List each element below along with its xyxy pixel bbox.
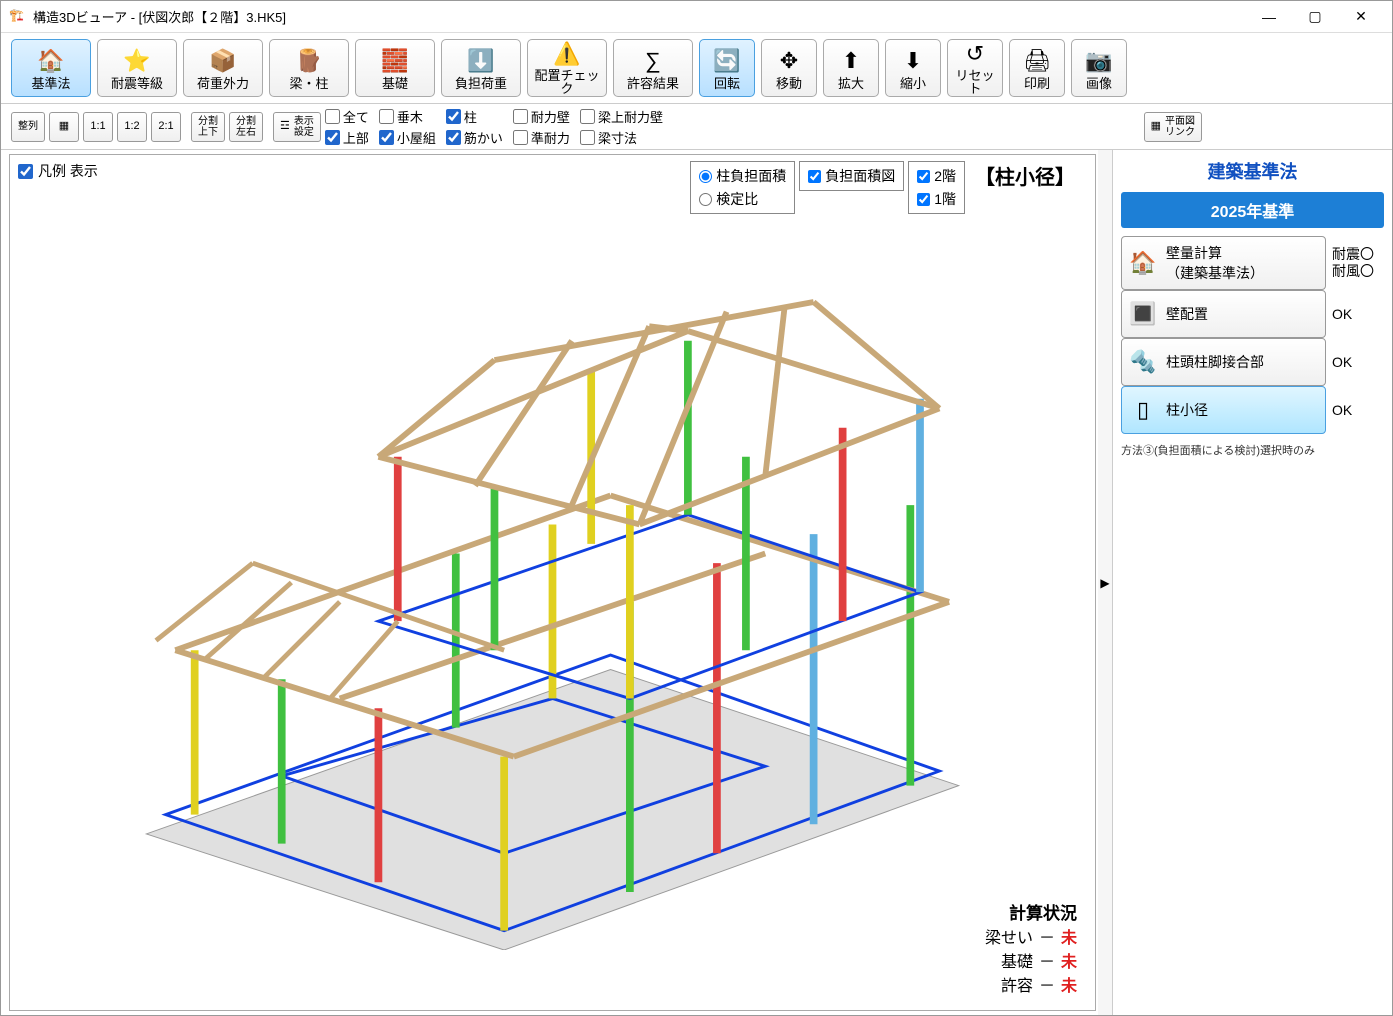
floor-1階[interactable]: 1階 bbox=[917, 189, 956, 209]
radio-柱負担面積[interactable]: 柱負担面積 bbox=[699, 166, 786, 186]
rp-icon: 🔳 bbox=[1128, 299, 1158, 329]
house-3d-scene bbox=[20, 215, 1085, 950]
rp-status: 耐震〇 耐風〇 bbox=[1332, 246, 1384, 280]
check-準耐力[interactable]: 準耐力 bbox=[513, 128, 570, 147]
toolbar-負担荷重[interactable]: ⬇️負担荷重 bbox=[441, 39, 521, 97]
radio-検定比[interactable]: 検定比 bbox=[699, 189, 786, 209]
rp-item-壁配置: 🔳壁配置 OK bbox=[1121, 290, 1384, 338]
titlebar: 🏗️ 構造3Dビューア - [伏図次郎【２階】3.HK5] ― ▢ ✕ bbox=[1, 1, 1392, 33]
rpanel-title: 建築基準法 bbox=[1121, 158, 1384, 184]
calc-status-title: 計算状況 bbox=[985, 899, 1077, 924]
right-panel: 建築基準法 2025年基準 🏠壁量計算 （建築基準法）耐震〇 耐風〇🔳壁配置 OK… bbox=[1112, 150, 1392, 1015]
check-全て[interactable]: 全て bbox=[325, 107, 369, 126]
基礎-icon: 🧱 bbox=[378, 47, 412, 75]
status-row-許容: 許容－未 bbox=[985, 972, 1077, 996]
rp-status: OK bbox=[1332, 306, 1384, 323]
rp-button-柱頭柱脚接合部[interactable]: 🔩柱頭柱脚接合部 bbox=[1121, 338, 1326, 386]
close-button[interactable]: ✕ bbox=[1338, 2, 1384, 32]
toolbar-回転[interactable]: 🔄回転 bbox=[699, 39, 755, 97]
column-mode-radios: 柱負担面積検定比 bbox=[690, 161, 795, 214]
rp-button-柱小径[interactable]: ▯柱小径 bbox=[1121, 386, 1326, 434]
rp-item-柱頭柱脚接合部: 🔩柱頭柱脚接合部 OK bbox=[1121, 338, 1384, 386]
calc-status: 計算状況 梁せい－未基礎－未許容－未 bbox=[985, 899, 1077, 996]
回転-icon: 🔄 bbox=[710, 47, 744, 75]
window-title: 構造3Dビューア - [伏図次郎【２階】3.HK5] bbox=[33, 7, 1246, 26]
荷重外力-icon: 📦 bbox=[206, 47, 240, 75]
リセット-icon: ↺ bbox=[958, 41, 992, 67]
基準法-icon: 🏠 bbox=[34, 47, 68, 75]
toolbar-基礎[interactable]: 🧱基礎 bbox=[355, 39, 435, 97]
legend-toggle[interactable]: 凡例 表示 bbox=[18, 161, 98, 181]
check-上部[interactable]: 上部 bbox=[325, 128, 369, 147]
rp-icon: 🏠 bbox=[1128, 248, 1158, 278]
rp-item-壁量計算: 🏠壁量計算 （建築基準法）耐震〇 耐風〇 bbox=[1121, 236, 1384, 290]
floor-2階[interactable]: 2階 bbox=[917, 166, 956, 186]
split-lr-button[interactable]: 分割 左右 bbox=[229, 112, 263, 142]
縮小-icon: ⬇ bbox=[896, 47, 930, 75]
rp-icon: 🔩 bbox=[1128, 347, 1158, 377]
toolbar-梁・柱[interactable]: 🪵梁・柱 bbox=[269, 39, 349, 97]
check-小屋組[interactable]: 小屋組 bbox=[379, 128, 436, 147]
許容結果-icon: ∑ bbox=[636, 47, 670, 75]
maximize-button[interactable]: ▢ bbox=[1292, 2, 1338, 32]
toolbar-許容結果[interactable]: ∑許容結果 bbox=[613, 39, 693, 97]
ratio-1:1[interactable]: 1:1 bbox=[83, 112, 113, 142]
plan-link-button[interactable]: ▦ 平面図 リンク bbox=[1144, 112, 1202, 142]
耐震等級-icon: ⭐ bbox=[120, 47, 154, 75]
check-柱[interactable]: 柱 bbox=[446, 107, 503, 126]
display-settings-button[interactable]: ☲ 表示 設定 bbox=[273, 112, 321, 142]
viewport-3d[interactable]: 凡例 表示 柱負担面積検定比 負担面積図 2階1階 【柱小径】 bbox=[9, 154, 1096, 1011]
toolbar-荷重外力[interactable]: 📦荷重外力 bbox=[183, 39, 263, 97]
view-title: 【柱小径】 bbox=[969, 161, 1081, 190]
floor-checks: 2階1階 bbox=[908, 161, 965, 214]
check-垂木[interactable]: 垂木 bbox=[379, 107, 436, 126]
check-筋かい[interactable]: 筋かい bbox=[446, 128, 503, 147]
toolbar-移動[interactable]: ✥移動 bbox=[761, 39, 817, 97]
負担荷重-icon: ⬇️ bbox=[464, 47, 498, 75]
house-render bbox=[20, 215, 1085, 950]
rpanel-badge: 2025年基準 bbox=[1121, 192, 1384, 228]
梁・柱-icon: 🪵 bbox=[292, 47, 326, 75]
list-icon: ☲ bbox=[280, 120, 290, 132]
rpanel-note: 方法③(負担面積による検討)選択時のみ bbox=[1121, 442, 1384, 458]
toolbar-縮小[interactable]: ⬇縮小 bbox=[885, 39, 941, 97]
rp-item-柱小径: ▯柱小径 OK bbox=[1121, 386, 1384, 434]
ratio-2:1[interactable]: 2:1 bbox=[151, 112, 181, 142]
status-row-梁せい: 梁せい－未 bbox=[985, 924, 1077, 948]
toolbar-基準法[interactable]: 🏠基準法 bbox=[11, 39, 91, 97]
toolbar-画像[interactable]: 📷画像 bbox=[1071, 39, 1127, 97]
印刷-icon: 🖨 bbox=[1020, 47, 1054, 75]
align-button[interactable]: 整列 bbox=[11, 112, 45, 142]
app-icon: 🏗️ bbox=[9, 8, 27, 26]
rp-icon: ▯ bbox=[1128, 395, 1158, 425]
main-toolbar: 🏠基準法⭐耐震等級📦荷重外力🪵梁・柱🧱基礎⬇️負担荷重⚠️配置チェック∑許容結果… bbox=[1, 33, 1392, 104]
check-耐力壁[interactable]: 耐力壁 bbox=[513, 107, 570, 126]
rp-status: OK bbox=[1332, 354, 1384, 371]
拡大-icon: ⬆ bbox=[834, 47, 868, 75]
toolbar-拡大[interactable]: ⬆拡大 bbox=[823, 39, 879, 97]
split-tb-button[interactable]: 分割 上下 bbox=[191, 112, 225, 142]
grid-layout-button[interactable]: ▦ bbox=[49, 112, 79, 142]
legend-label: 凡例 表示 bbox=[38, 161, 98, 181]
ratio-1:2[interactable]: 1:2 bbox=[117, 112, 147, 142]
移動-icon: ✥ bbox=[772, 47, 806, 75]
toolbar-リセット[interactable]: ↺リセット bbox=[947, 39, 1003, 97]
minimize-button[interactable]: ― bbox=[1246, 2, 1292, 32]
画像-icon: 📷 bbox=[1082, 47, 1116, 75]
toolbar-印刷[interactable]: 🖨印刷 bbox=[1009, 39, 1065, 97]
配置チェック-icon: ⚠️ bbox=[550, 41, 584, 67]
check-梁上耐力壁[interactable]: 梁上耐力壁 bbox=[580, 107, 663, 126]
area-diagram-box: 負担面積図 bbox=[799, 161, 904, 191]
check-梁寸法[interactable]: 梁寸法 bbox=[580, 128, 663, 147]
rp-button-壁量計算[interactable]: 🏠壁量計算 （建築基準法） bbox=[1121, 236, 1326, 290]
rp-status: OK bbox=[1332, 402, 1384, 419]
status-row-基礎: 基礎－未 bbox=[985, 948, 1077, 972]
secondary-toolbar: 整列 ▦ 1:11:22:1 分割 上下 分割 左右 ☲ 表示 設定 全て垂木柱… bbox=[1, 104, 1392, 150]
rp-button-壁配置[interactable]: 🔳壁配置 bbox=[1121, 290, 1326, 338]
area-diagram-check[interactable]: 負担面積図 bbox=[808, 166, 895, 186]
toolbar-耐震等級[interactable]: ⭐耐震等級 bbox=[97, 39, 177, 97]
toolbar-配置チェック[interactable]: ⚠️配置チェック bbox=[527, 39, 607, 97]
panel-collapse-handle[interactable]: ▶ bbox=[1098, 150, 1112, 1015]
grid-icon: ▦ bbox=[1151, 120, 1161, 132]
